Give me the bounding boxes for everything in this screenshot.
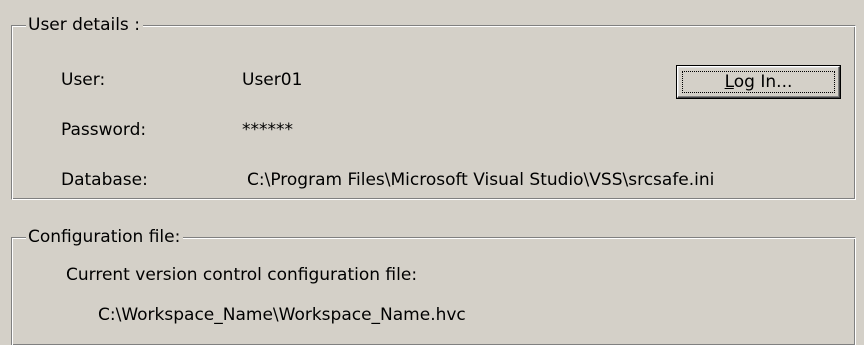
configuration-file-title: Configuration file: xyxy=(26,225,184,249)
log-in-button-label: Log In... xyxy=(678,67,839,97)
config-description: Current version control configuration fi… xyxy=(66,265,418,285)
user-value: User01 xyxy=(242,70,303,90)
password-value: ****** xyxy=(242,120,293,140)
user-label: User: xyxy=(61,70,106,90)
configuration-file-group: Configuration file: Current version cont… xyxy=(11,225,856,345)
user-details-title: User details : xyxy=(26,13,143,37)
database-path: C:\Program Files\Microsoft Visual Studio… xyxy=(247,170,715,190)
database-label: Database: xyxy=(61,170,148,190)
log-in-button[interactable]: Log In... xyxy=(676,65,841,99)
config-file-path: C:\Workspace_Name\Workspace_Name.hvc xyxy=(98,305,466,325)
log-in-mnemonic: L xyxy=(724,72,734,92)
user-details-group: User details : User: User01 Password: **… xyxy=(11,13,856,200)
password-label: Password: xyxy=(61,120,147,140)
log-in-button-text: og In... xyxy=(733,72,793,92)
